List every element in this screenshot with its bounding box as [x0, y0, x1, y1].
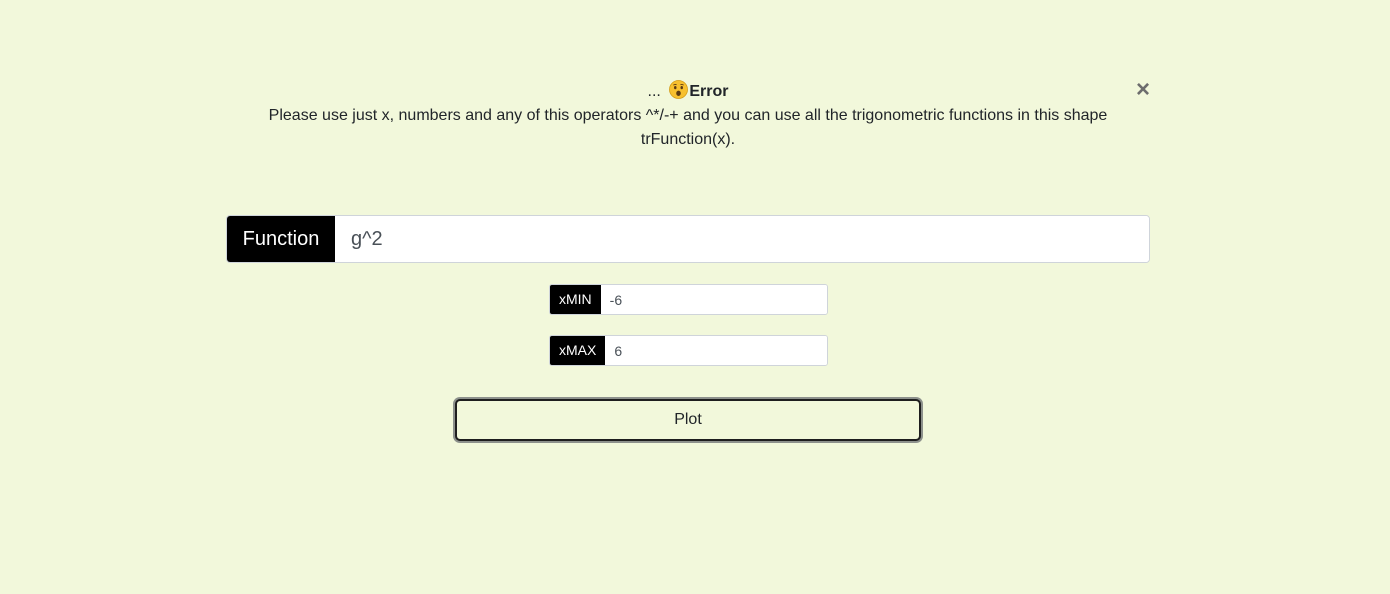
astonished-face-icon [669, 80, 689, 99]
error-alert: ... Error Please use just x, numbers and… [226, 68, 1150, 160]
function-input-group: Function [226, 215, 1150, 263]
alert-title: ... Error [226, 80, 1150, 102]
xmax-label: xMAX [550, 336, 606, 365]
alert-title-prefix: ... [647, 83, 661, 100]
function-label: Function [227, 216, 335, 262]
xmin-input-group: xMIN [549, 284, 828, 315]
function-input[interactable] [335, 216, 1149, 262]
xmin-input[interactable] [600, 285, 827, 314]
xmax-input[interactable] [605, 336, 827, 365]
close-icon[interactable]: × [1132, 78, 1154, 102]
alert-message: Please use just x, numbers and any of th… [268, 107, 1108, 148]
plot-button[interactable]: Plot [455, 399, 921, 441]
xmin-label: xMIN [550, 285, 601, 314]
alert-title-text: Error [689, 83, 729, 100]
xmax-input-group: xMAX [549, 335, 828, 366]
